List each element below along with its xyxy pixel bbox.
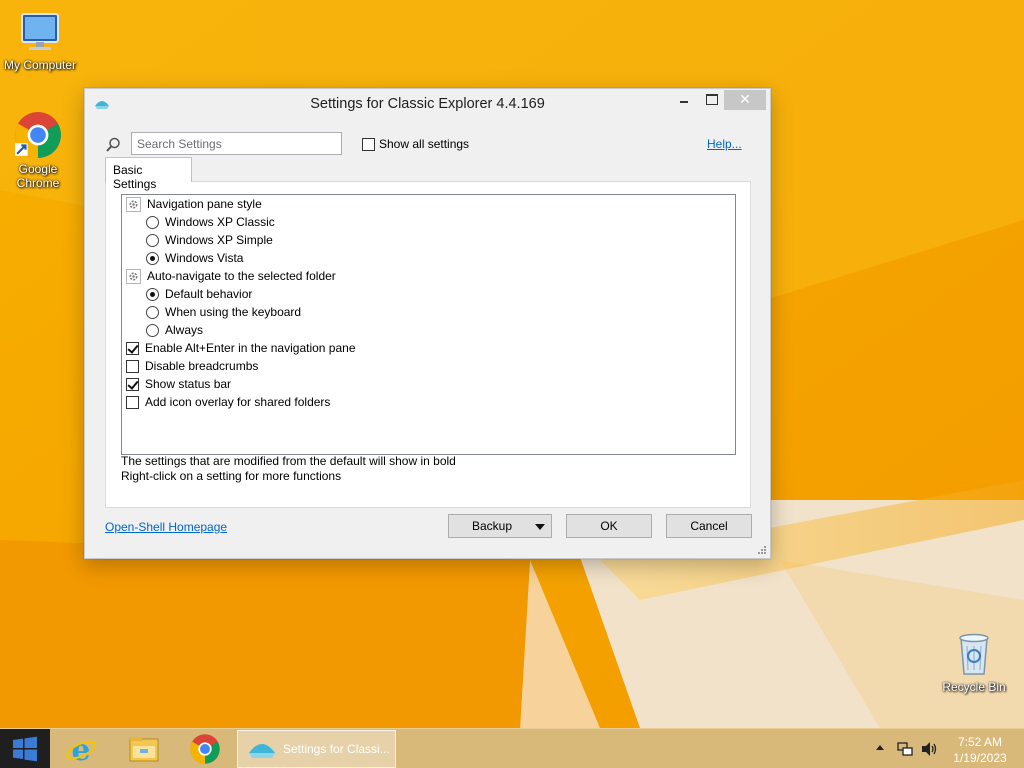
start-button[interactable] xyxy=(0,729,50,768)
settings-option-label: Auto-navigate to the selected folder xyxy=(147,269,336,283)
settings-checkbox-option[interactable]: Enable Alt+Enter in the navigation pane xyxy=(126,339,356,357)
settings-radio-option[interactable]: Windows XP Classic xyxy=(146,213,275,231)
clock-date: 1/19/2023 xyxy=(953,751,1007,765)
radio-button[interactable] xyxy=(146,215,159,229)
checkbox-box[interactable] xyxy=(126,377,139,391)
show-all-settings-checkbox[interactable]: Show all settings xyxy=(362,137,469,151)
close-button[interactable]: ✕ xyxy=(724,90,766,110)
desktop-icon-recycle-bin[interactable]: Recycle Bin xyxy=(934,630,1014,694)
show-hidden-icons-icon[interactable] xyxy=(876,745,884,750)
backup-button-label: Backup xyxy=(471,519,513,533)
settings-dialog: Settings for Classic Explorer 4.4.169 ✕ … xyxy=(84,88,771,559)
radio-button[interactable] xyxy=(146,233,159,247)
settings-option-label: Enable Alt+Enter in the navigation pane xyxy=(145,341,356,355)
chrome-icon xyxy=(190,734,220,764)
title-bar[interactable]: Settings for Classic Explorer 4.4.169 ✕ xyxy=(85,89,770,119)
minimize-button[interactable] xyxy=(671,90,697,110)
volume-icon[interactable] xyxy=(921,741,939,757)
open-shell-homepage-link[interactable]: Open-Shell Homepage xyxy=(105,520,227,534)
settings-gear-icon xyxy=(126,268,141,284)
tab-basic-settings[interactable]: Basic Settings xyxy=(105,157,192,191)
recycle-bin-icon xyxy=(959,633,989,675)
taskbar-file-explorer[interactable] xyxy=(119,731,167,767)
desktop-icon-label: My Computer xyxy=(3,58,77,72)
checkbox-box[interactable] xyxy=(362,137,375,151)
settings-option-label: Add icon overlay for shared folders xyxy=(145,395,331,409)
radio-button[interactable] xyxy=(146,251,159,265)
settings-option-label: Always xyxy=(165,323,204,337)
settings-option-label: Windows Vista xyxy=(165,251,244,265)
backup-button[interactable]: Backup xyxy=(448,514,552,538)
settings-option-label: Default behavior xyxy=(165,287,253,301)
radio-button[interactable] xyxy=(146,287,159,301)
window-title: Settings for Classic Explorer 4.4.169 xyxy=(310,96,545,112)
cancel-button[interactable]: Cancel xyxy=(666,514,752,538)
radio-button[interactable] xyxy=(146,305,159,319)
radio-button[interactable] xyxy=(146,323,159,337)
maximize-button[interactable] xyxy=(697,90,723,110)
hint-right-click: Right-click on a setting for more functi… xyxy=(121,469,342,483)
clock[interactable]: 7:52 AM 1/19/2023 xyxy=(945,734,1015,766)
desktop-icon-google-chrome[interactable]: Google Chrome xyxy=(0,110,78,190)
taskbar-internet-explorer[interactable]: e xyxy=(57,731,105,767)
chrome-icon xyxy=(15,112,61,158)
settings-group-header[interactable]: Auto-navigate to the selected folder xyxy=(126,267,336,285)
settings-radio-option[interactable]: Always xyxy=(146,321,203,339)
settings-tree[interactable]: Navigation pane style Windows XP Classic W… xyxy=(121,194,736,455)
resize-grip-icon[interactable] xyxy=(756,544,766,554)
settings-radio-option[interactable]: Windows Vista xyxy=(146,249,243,267)
clock-time: 7:52 AM xyxy=(957,735,1003,749)
ok-button[interactable]: OK xyxy=(566,514,652,538)
svg-text:e: e xyxy=(71,733,90,765)
windows-logo-icon xyxy=(13,736,37,762)
desktop-icon-my-computer[interactable]: My Computer xyxy=(0,8,80,72)
close-icon: ✕ xyxy=(739,91,751,107)
checkbox-box[interactable] xyxy=(126,395,139,409)
settings-checkbox-option[interactable]: Add icon overlay for shared folders xyxy=(126,393,330,411)
computer-icon xyxy=(21,13,59,50)
hint-bold-modified: The settings that are modified from the … xyxy=(121,454,456,468)
settings-radio-option[interactable]: Windows XP Simple xyxy=(146,231,273,249)
taskbar-chrome[interactable] xyxy=(181,731,229,767)
settings-option-label: Windows XP Classic xyxy=(165,215,275,229)
network-icon[interactable] xyxy=(897,741,913,757)
settings-group-header[interactable]: Navigation pane style xyxy=(126,195,262,213)
search-icon xyxy=(106,137,120,152)
settings-radio-option[interactable]: When using the keyboard xyxy=(146,303,301,321)
show-all-settings-label: Show all settings xyxy=(379,137,470,151)
desktop-icon-label: Google Chrome xyxy=(16,162,60,190)
settings-radio-option[interactable]: Default behavior xyxy=(146,285,252,303)
desktop-icon-label: Recycle Bin xyxy=(942,680,1006,694)
internet-explorer-icon: e xyxy=(66,733,96,765)
checkbox-box[interactable] xyxy=(126,359,139,373)
taskbar-settings-window[interactable]: Settings for Classi... xyxy=(237,730,396,768)
taskbar-window-label: Settings for Classi... xyxy=(283,742,390,756)
search-input[interactable] xyxy=(131,132,342,155)
dropdown-arrow-icon xyxy=(535,524,545,530)
file-explorer-icon xyxy=(129,737,159,762)
settings-option-label: Show status bar xyxy=(145,377,232,391)
checkbox-box[interactable] xyxy=(126,341,139,355)
tab-panel: Navigation pane style Windows XP Classic W… xyxy=(105,181,751,508)
settings-option-label: Disable breadcrumbs xyxy=(145,359,259,373)
help-link[interactable]: Help... xyxy=(707,137,742,151)
settings-gear-icon xyxy=(126,196,141,212)
settings-checkbox-option[interactable]: Disable breadcrumbs xyxy=(126,357,258,375)
settings-checkbox-option[interactable]: Show status bar xyxy=(126,375,231,393)
settings-option-label: When using the keyboard xyxy=(165,305,302,319)
taskbar: e Settings for Classi... 7:52 AM 1/19/20… xyxy=(0,728,1024,768)
settings-option-label: Navigation pane style xyxy=(147,197,262,211)
settings-option-label: Windows XP Simple xyxy=(165,233,273,247)
open-shell-icon xyxy=(249,744,275,758)
